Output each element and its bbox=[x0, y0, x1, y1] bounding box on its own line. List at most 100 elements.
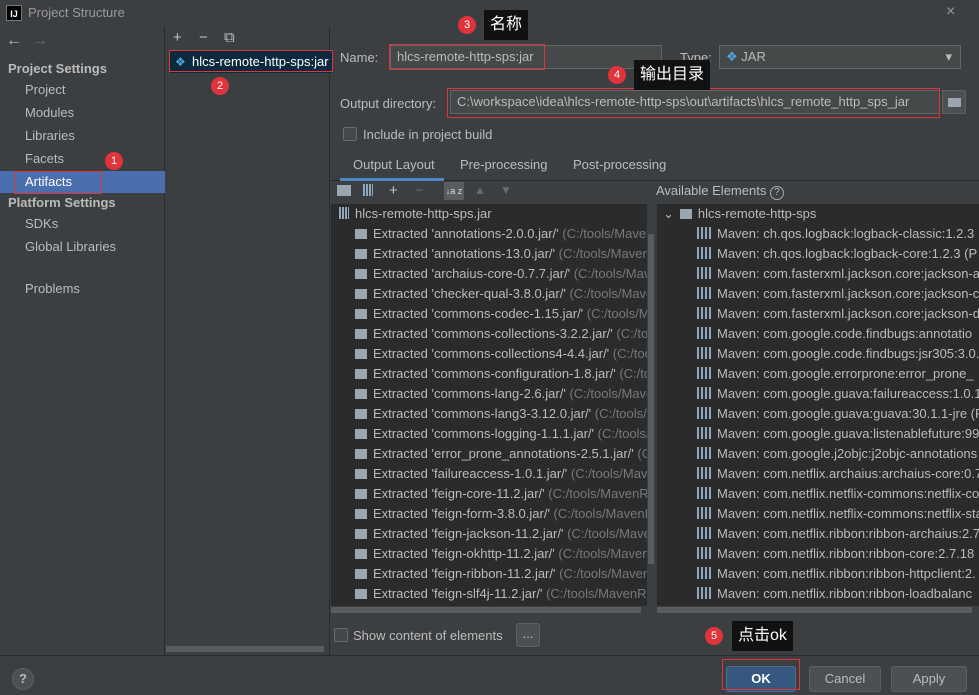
output-row-name: Extracted 'annotations-2.0.0.jar/' bbox=[373, 226, 559, 241]
output-tree-row[interactable]: Extracted 'checker-qual-3.8.0.jar/' (C:/… bbox=[355, 284, 653, 304]
output-root-row[interactable]: hlcs-remote-http-sps.jar bbox=[339, 204, 492, 224]
tab-output-layout[interactable]: Output Layout bbox=[353, 157, 435, 172]
available-tree-row[interactable]: Maven: com.netflix.netflix-commons:netfl… bbox=[697, 484, 979, 504]
output-row-name: Extracted 'failureaccess-1.0.1.jar/' bbox=[373, 466, 568, 481]
output-directory-label: Output directory: bbox=[340, 96, 437, 111]
type-dropdown[interactable]: ❖ JAR ▾ bbox=[719, 45, 961, 69]
extracted-jar-icon bbox=[355, 309, 367, 319]
available-tree-row[interactable]: Maven: com.fasterxml.jackson.core:jackso… bbox=[697, 304, 979, 324]
output-tree-row[interactable]: Extracted 'failureaccess-1.0.1.jar/' (C:… bbox=[355, 464, 655, 484]
available-tree-row[interactable]: Maven: ch.qos.logback:logback-core:1.2.3… bbox=[697, 244, 977, 264]
tab-post-processing[interactable]: Post-processing bbox=[573, 157, 666, 172]
ellipsis-button[interactable]: ... bbox=[516, 623, 540, 647]
available-tree-row[interactable]: Maven: com.google.guava:failureaccess:1.… bbox=[697, 384, 979, 404]
output-row-name: Extracted 'archaius-core-0.7.7.jar/' bbox=[373, 266, 571, 281]
available-tree-row[interactable]: Maven: com.netflix.ribbon:ribbon-archaiu… bbox=[697, 524, 979, 544]
output-layout-tree[interactable]: hlcs-remote-http-sps.jar Extracted 'anno… bbox=[331, 204, 655, 614]
close-icon[interactable]: × bbox=[946, 3, 955, 21]
available-tree-row[interactable]: Maven: com.google.errorprone:error_prone… bbox=[697, 364, 974, 384]
available-tree-row[interactable]: Maven: com.netflix.netflix-commons:netfl… bbox=[697, 504, 979, 524]
available-h-scroll-thumb[interactable] bbox=[657, 607, 972, 613]
nav-item-problems[interactable]: Problems bbox=[0, 278, 165, 300]
available-tree-row[interactable]: Maven: com.netflix.ribbon:ribbon-core:2.… bbox=[697, 544, 974, 564]
help-circle-icon[interactable]: ? bbox=[769, 186, 784, 200]
output-row-path: (C:/tools/MavenR bbox=[548, 486, 649, 501]
annotation-tooltip-output: 输出目录 bbox=[634, 60, 711, 90]
help-button[interactable]: ? bbox=[12, 668, 34, 690]
forward-arrow-icon[interactable]: → bbox=[32, 32, 48, 50]
artifacts-h-scrollbar[interactable] bbox=[166, 646, 324, 652]
available-tree-row[interactable]: Maven: com.google.code.findbugs:jsr305:3… bbox=[697, 344, 979, 364]
nav-item-facets[interactable]: Facets bbox=[0, 148, 165, 170]
output-tree-row[interactable]: Extracted 'feign-okhttp-11.2.jar/' (C:/t… bbox=[355, 544, 649, 564]
browse-folder-button[interactable] bbox=[942, 90, 966, 114]
available-tree-row[interactable]: Maven: com.google.guava:guava:30.1.1-jre… bbox=[697, 404, 979, 424]
output-tree-row[interactable]: Extracted 'commons-lang-2.6.jar/' (C:/to… bbox=[355, 384, 653, 404]
available-tree-row[interactable]: Maven: com.google.guava:listenablefuture… bbox=[697, 424, 979, 444]
available-tree-row[interactable]: Maven: com.netflix.archaius:archaius-cor… bbox=[697, 464, 979, 484]
available-tree-row[interactable]: Maven: com.google.code.findbugs:annotati… bbox=[697, 324, 972, 344]
output-tree-row[interactable]: Extracted 'annotations-13.0.jar/' (C:/to… bbox=[355, 244, 650, 264]
output-scroll-thumb[interactable] bbox=[648, 234, 654, 564]
remove-element-icon[interactable]: − bbox=[415, 182, 424, 199]
back-arrow-icon[interactable]: ← bbox=[6, 32, 22, 50]
cancel-button[interactable]: Cancel bbox=[809, 666, 881, 692]
sort-elements-icon[interactable]: ↓a z bbox=[444, 182, 464, 200]
move-down-icon[interactable]: ▼ bbox=[500, 183, 512, 197]
output-tree-row[interactable]: Extracted 'feign-form-3.8.0.jar/' (C:/to… bbox=[355, 504, 653, 524]
create-directory-icon[interactable] bbox=[337, 185, 351, 196]
available-tree-row[interactable]: Maven: com.netflix.ribbon:ribbon-loadbal… bbox=[697, 584, 972, 604]
available-tree-row[interactable]: Maven: com.fasterxml.jackson.core:jackso… bbox=[697, 284, 979, 304]
nav-item-global-libraries[interactable]: Global Libraries bbox=[0, 236, 165, 258]
remove-artifact-icon[interactable]: − bbox=[199, 29, 208, 46]
available-elements-tree[interactable]: ⌄ hlcs-remote-http-sps Maven: ch.qos.logb… bbox=[657, 204, 979, 614]
output-tree-row[interactable]: Extracted 'annotations-2.0.0.jar/' (C:/t… bbox=[355, 224, 653, 244]
extracted-jar-icon bbox=[355, 349, 367, 359]
output-row-path: (C:/tools/Mave bbox=[570, 466, 655, 481]
output-row-name: Extracted 'feign-core-11.2.jar/' bbox=[373, 486, 545, 501]
output-tree-row[interactable]: Extracted 'feign-ribbon-11.2.jar/' (C:/t… bbox=[355, 564, 647, 584]
add-element-icon[interactable]: + bbox=[389, 182, 398, 199]
available-row-name: Maven: com.google.code.findbugs:annotati… bbox=[717, 326, 973, 341]
available-tree-row[interactable]: Maven: com.fasterxml.jackson.core:jackso… bbox=[697, 264, 979, 284]
available-tree-row[interactable]: Maven: com.netflix.ribbon:ribbon-httpcli… bbox=[697, 564, 976, 584]
output-tree-row[interactable]: Extracted 'feign-jackson-11.2.jar/' (C:/… bbox=[355, 524, 655, 544]
include-in-build-checkbox[interactable] bbox=[343, 127, 357, 141]
apply-button[interactable]: Apply bbox=[891, 666, 967, 692]
available-row-name: Maven: com.netflix.ribbon:ribbon-httpcli… bbox=[717, 566, 976, 581]
output-tree-row[interactable]: Extracted 'feign-core-11.2.jar/' (C:/too… bbox=[355, 484, 649, 504]
available-row-name: Maven: com.google.guava:failureaccess:1.… bbox=[717, 386, 979, 401]
output-tree-row[interactable]: Extracted 'feign-slf4j-11.2.jar/' (C:/to… bbox=[355, 584, 654, 604]
output-tree-row[interactable]: Extracted 'commons-logging-1.1.1.jar/' (… bbox=[355, 424, 650, 444]
output-tree-v-scrollbar[interactable] bbox=[647, 204, 655, 614]
output-tree-h-scrollbar[interactable] bbox=[331, 606, 655, 614]
move-up-icon[interactable]: ▲ bbox=[474, 183, 486, 197]
available-tree-h-scrollbar[interactable] bbox=[657, 606, 979, 614]
extracted-jar-icon bbox=[355, 249, 367, 259]
annotation-badge-3: 3 bbox=[458, 16, 476, 34]
output-tree-row[interactable]: Extracted 'commons-codec-1.15.jar/' (C:/… bbox=[355, 304, 655, 324]
create-archive-icon[interactable] bbox=[363, 184, 373, 196]
copy-artifact-icon[interactable]: ⧉ bbox=[224, 29, 235, 46]
nav-item-sdks[interactable]: SDKs bbox=[0, 213, 165, 235]
output-tree-row[interactable]: Extracted 'commons-collections4-4.4.jar/… bbox=[355, 344, 652, 364]
available-tree-row[interactable]: Maven: com.google.j2objc:j2objc-annotati… bbox=[697, 444, 977, 464]
output-row-path: (C:/tools/ bbox=[597, 426, 650, 441]
expand-chevron-icon[interactable]: ⌄ bbox=[663, 206, 674, 221]
add-artifact-icon[interactable]: + bbox=[173, 29, 182, 46]
available-root-row[interactable]: ⌄ hlcs-remote-http-sps bbox=[663, 204, 816, 224]
include-in-build-label: Include in project build bbox=[363, 127, 493, 142]
available-tree-row[interactable]: Maven: ch.qos.logback:logback-classic:1.… bbox=[697, 224, 974, 244]
output-tree-row[interactable]: Extracted 'commons-lang3-3.12.0.jar/' (C… bbox=[355, 404, 655, 424]
nav-item-project[interactable]: Project bbox=[0, 79, 165, 101]
output-tree-row[interactable]: Extracted 'commons-configuration-1.8.jar… bbox=[355, 364, 651, 384]
tab-pre-processing[interactable]: Pre-processing bbox=[460, 157, 547, 172]
nav-item-libraries[interactable]: Libraries bbox=[0, 125, 165, 147]
output-tree-row[interactable]: Extracted 'error_prone_annotations-2.5.1… bbox=[355, 444, 655, 464]
output-h-scroll-thumb[interactable] bbox=[331, 607, 641, 613]
nav-item-modules[interactable]: Modules bbox=[0, 102, 165, 124]
output-tree-row[interactable]: Extracted 'commons-collections-3.2.2.jar… bbox=[355, 324, 655, 344]
output-row-name: Extracted 'feign-okhttp-11.2.jar/' bbox=[373, 546, 555, 561]
output-tree-row[interactable]: Extracted 'archaius-core-0.7.7.jar/' (C:… bbox=[355, 264, 650, 284]
show-content-checkbox[interactable] bbox=[334, 628, 348, 642]
